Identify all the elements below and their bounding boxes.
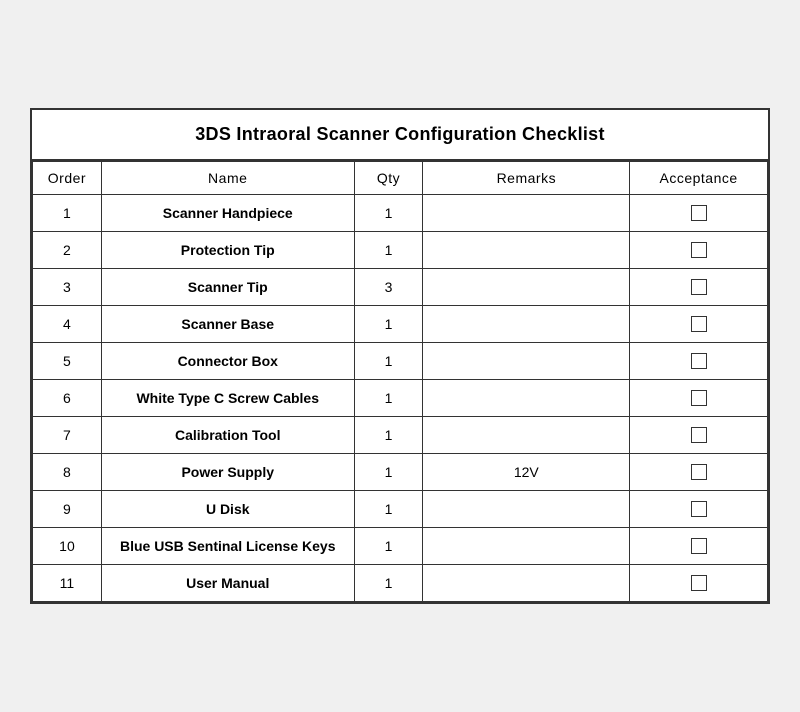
acceptance-checkbox[interactable] — [691, 427, 707, 443]
table-row: 8Power Supply112V — [33, 454, 768, 491]
table-row: 9U Disk1 — [33, 491, 768, 528]
cell-name: Scanner Base — [101, 306, 354, 343]
cell-order: 11 — [33, 565, 102, 602]
table-row: 1Scanner Handpiece1 — [33, 195, 768, 232]
acceptance-checkbox[interactable] — [691, 501, 707, 517]
cell-order: 9 — [33, 491, 102, 528]
cell-remarks — [423, 380, 630, 417]
cell-acceptance[interactable] — [630, 380, 768, 417]
cell-remarks — [423, 232, 630, 269]
cell-order: 10 — [33, 528, 102, 565]
cell-name: User Manual — [101, 565, 354, 602]
cell-order: 2 — [33, 232, 102, 269]
cell-order: 4 — [33, 306, 102, 343]
cell-order: 6 — [33, 380, 102, 417]
cell-order: 1 — [33, 195, 102, 232]
header-qty: Qty — [354, 162, 423, 195]
cell-acceptance[interactable] — [630, 195, 768, 232]
table-row: 2Protection Tip1 — [33, 232, 768, 269]
cell-name: Calibration Tool — [101, 417, 354, 454]
cell-order: 8 — [33, 454, 102, 491]
header-order: Order — [33, 162, 102, 195]
cell-qty: 1 — [354, 528, 423, 565]
cell-name: Blue USB Sentinal License Keys — [101, 528, 354, 565]
cell-acceptance[interactable] — [630, 269, 768, 306]
acceptance-checkbox[interactable] — [691, 538, 707, 554]
cell-qty: 1 — [354, 454, 423, 491]
table-row: 4Scanner Base1 — [33, 306, 768, 343]
table-row: 5Connector Box1 — [33, 343, 768, 380]
cell-acceptance[interactable] — [630, 528, 768, 565]
cell-remarks — [423, 565, 630, 602]
checklist-title: 3DS Intraoral Scanner Configuration Chec… — [32, 110, 768, 161]
cell-remarks: 12V — [423, 454, 630, 491]
table-row: 11User Manual1 — [33, 565, 768, 602]
table-row: 6White Type C Screw Cables1 — [33, 380, 768, 417]
cell-qty: 1 — [354, 565, 423, 602]
cell-qty: 1 — [354, 195, 423, 232]
acceptance-checkbox[interactable] — [691, 464, 707, 480]
cell-name: Scanner Tip — [101, 269, 354, 306]
cell-acceptance[interactable] — [630, 454, 768, 491]
cell-name: Power Supply — [101, 454, 354, 491]
cell-qty: 1 — [354, 306, 423, 343]
cell-name: Scanner Handpiece — [101, 195, 354, 232]
checklist-container: 3DS Intraoral Scanner Configuration Chec… — [30, 108, 770, 604]
cell-qty: 3 — [354, 269, 423, 306]
cell-name: Connector Box — [101, 343, 354, 380]
cell-order: 3 — [33, 269, 102, 306]
cell-remarks — [423, 528, 630, 565]
cell-qty: 1 — [354, 232, 423, 269]
acceptance-checkbox[interactable] — [691, 575, 707, 591]
acceptance-checkbox[interactable] — [691, 390, 707, 406]
cell-qty: 1 — [354, 343, 423, 380]
acceptance-checkbox[interactable] — [691, 316, 707, 332]
acceptance-checkbox[interactable] — [691, 353, 707, 369]
cell-remarks — [423, 343, 630, 380]
cell-name: U Disk — [101, 491, 354, 528]
cell-acceptance[interactable] — [630, 343, 768, 380]
cell-qty: 1 — [354, 417, 423, 454]
table-row: 3Scanner Tip3 — [33, 269, 768, 306]
cell-order: 5 — [33, 343, 102, 380]
cell-qty: 1 — [354, 380, 423, 417]
checklist-table: Order Name Qty Remarks Acceptance 1Scann… — [32, 161, 768, 602]
cell-order: 7 — [33, 417, 102, 454]
header-acceptance: Acceptance — [630, 162, 768, 195]
acceptance-checkbox[interactable] — [691, 205, 707, 221]
table-row: 10Blue USB Sentinal License Keys1 — [33, 528, 768, 565]
cell-remarks — [423, 269, 630, 306]
cell-remarks — [423, 306, 630, 343]
acceptance-checkbox[interactable] — [691, 279, 707, 295]
table-header-row: Order Name Qty Remarks Acceptance — [33, 162, 768, 195]
cell-acceptance[interactable] — [630, 306, 768, 343]
cell-remarks — [423, 195, 630, 232]
header-name: Name — [101, 162, 354, 195]
cell-acceptance[interactable] — [630, 417, 768, 454]
cell-qty: 1 — [354, 491, 423, 528]
cell-name: White Type C Screw Cables — [101, 380, 354, 417]
header-remarks: Remarks — [423, 162, 630, 195]
cell-acceptance[interactable] — [630, 491, 768, 528]
cell-acceptance[interactable] — [630, 232, 768, 269]
cell-remarks — [423, 417, 630, 454]
cell-acceptance[interactable] — [630, 565, 768, 602]
cell-name: Protection Tip — [101, 232, 354, 269]
acceptance-checkbox[interactable] — [691, 242, 707, 258]
table-row: 7Calibration Tool1 — [33, 417, 768, 454]
cell-remarks — [423, 491, 630, 528]
